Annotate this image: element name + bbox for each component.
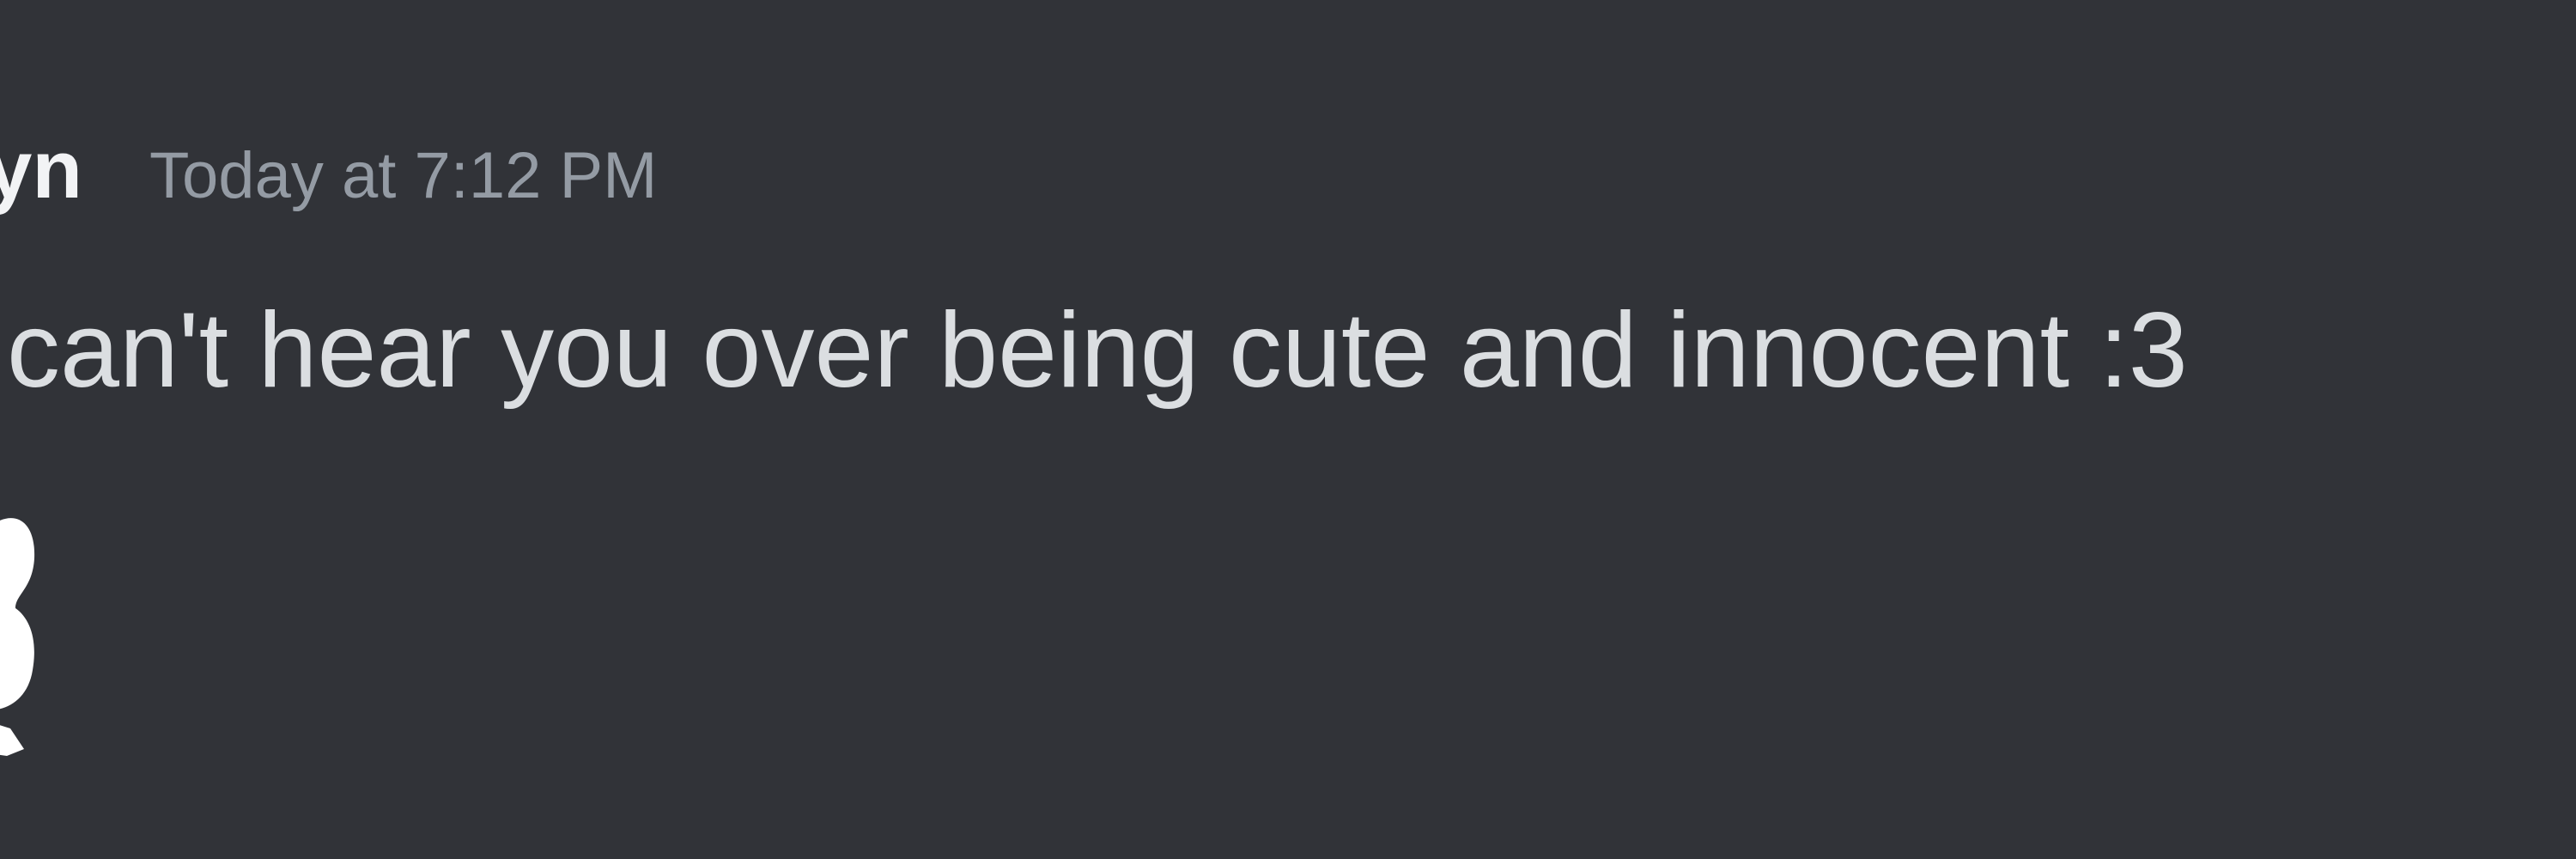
message-author[interactable]: yn [0, 129, 82, 211]
message-content: can't hear you over being cute and innoc… [7, 291, 2188, 410]
message-timestamp[interactable]: Today at 7:12 PM [149, 143, 657, 209]
chat-message-area: yn Today at 7:12 PM can't hear you over … [0, 0, 2576, 859]
emoji-sticker-icon[interactable] [0, 498, 52, 790]
message-header: yn Today at 7:12 PM [0, 129, 657, 232]
